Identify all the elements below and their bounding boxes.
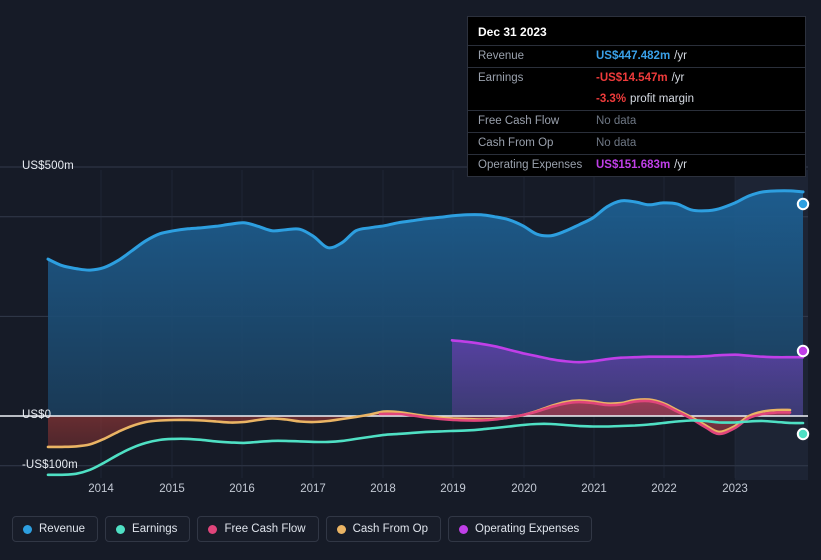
tooltip-row-label: Free Cash Flow <box>478 115 560 127</box>
tooltip-row-label: Operating Expenses <box>478 159 583 171</box>
tooltip-row-value: -3.3% <box>596 93 627 105</box>
tooltip-row: Free Cash Flow No data <box>468 110 805 132</box>
tooltip-row: -3.3% profit margin <box>468 89 805 110</box>
legend-label: Revenue <box>39 523 86 535</box>
tooltip-row-suffix: /yr <box>671 72 685 84</box>
tooltip-row-suffix: profit margin <box>630 93 694 105</box>
legend-label: Operating Expenses <box>475 523 580 535</box>
tooltip-row-value: -US$14.547m <box>596 72 668 84</box>
legend-color-dot <box>116 524 126 534</box>
tooltip-row: Earnings -US$14.547m/yr <box>468 67 805 89</box>
legend-color-dot <box>459 524 469 534</box>
tooltip-row-value: No data <box>596 115 637 127</box>
legend-item-free-cash-flow[interactable]: Free Cash Flow <box>197 516 319 542</box>
legend-color-dot <box>336 524 346 534</box>
tooltip-row: Cash From Op No data <box>468 132 805 154</box>
legend-color-dot <box>23 524 32 534</box>
tooltip-row-value: US$151.683m <box>596 159 671 171</box>
tooltip-row-label: Revenue <box>478 50 525 62</box>
data-tooltip: Dec 31 2023 Revenue US$447.482m/yr Earning… <box>467 16 806 177</box>
tooltip-row-label: Earnings <box>478 72 524 84</box>
series-areas <box>48 190 803 447</box>
tooltip-row-suffix: /yr <box>674 159 687 171</box>
legend-item-cash-from-op[interactable]: Cash From Op <box>325 516 442 542</box>
chart-legend[interactable]: Revenue Earnings Free Cash Flow Cash From O… <box>12 516 593 542</box>
tooltip-row-value: No data <box>596 137 637 149</box>
legend-label: Earnings <box>132 523 178 535</box>
tooltip-rows: Revenue US$447.482m/yr Earnings -US$14.547m… <box>468 45 805 176</box>
legend-item-operating-expenses[interactable]: Operating Expenses <box>448 516 593 542</box>
legend-color-dot <box>208 524 218 534</box>
tooltip-row-value: US$447.482m <box>596 50 671 62</box>
tooltip-row-suffix: /yr <box>674 50 687 62</box>
tooltip-row: Revenue US$447.482m/yr <box>468 45 805 67</box>
chart-root: US$500m US$0 -US$100m 2014 2015 2016 2017 2018… <box>0 0 821 560</box>
tooltip-row-label: Cash From Op <box>478 137 554 149</box>
tooltip-row: Operating Expenses US$151.683m/yr <box>468 154 805 176</box>
legend-label: Free Cash Flow <box>224 523 306 535</box>
tooltip-date: Dec 31 2023 <box>478 25 547 39</box>
legend-item-revenue[interactable]: Revenue <box>12 516 99 542</box>
legend-label: Cash From Op <box>352 523 429 535</box>
legend-item-earnings[interactable]: Earnings <box>105 516 191 542</box>
